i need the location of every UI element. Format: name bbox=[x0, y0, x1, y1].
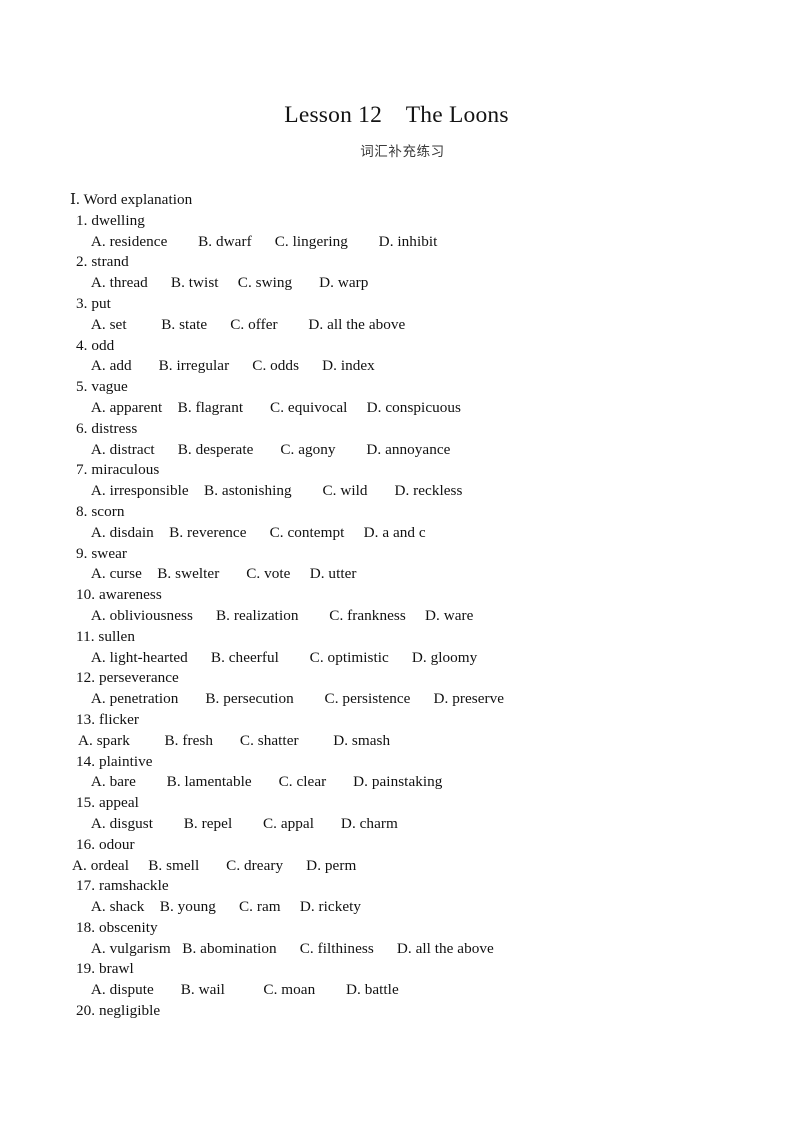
question-word-line: 13. flicker bbox=[76, 710, 139, 728]
question-item: 6. distress A. distract B. desperate C. … bbox=[0, 419, 793, 461]
question-word-line: 8. scorn bbox=[76, 502, 125, 520]
question-word-line: 4. odd bbox=[76, 336, 115, 354]
question-item: 19. brawl A. dispute B. wail C. moan D. … bbox=[0, 959, 793, 1001]
question-item: 20. negligible bbox=[0, 1001, 793, 1022]
question-options-line: A. disgust B. repel C. appal D. charm bbox=[84, 814, 398, 832]
question-options-line: A. curse B. swelter C. vote D. utter bbox=[84, 565, 357, 583]
question-options-line: A. spark B. fresh C. shatter D. smash bbox=[78, 731, 391, 749]
question-options-line: A. vulgarism B. abomination C. filthines… bbox=[84, 939, 494, 957]
question-word-line: 3. put bbox=[76, 294, 111, 312]
question-options-line: A. set B. state C. offer D. all the abov… bbox=[84, 315, 406, 333]
question-word-line: 20. negligible bbox=[76, 1002, 161, 1020]
question-item: 11. sullen A. light-hearted B. cheerful … bbox=[0, 627, 793, 669]
question-item: 14. plaintive A. bare B. lamentable C. c… bbox=[0, 752, 793, 794]
question-word-line: 11. sullen bbox=[76, 627, 135, 645]
question-word-line: 18. obscenity bbox=[76, 918, 158, 936]
question-item: 4. odd A. add B. irregular C. odds D. in… bbox=[0, 336, 793, 378]
document-body: Ⅰ. Word explanation 1. dwelling A. resid… bbox=[0, 190, 793, 1022]
question-options-line: A. residence B. dwarf C. lingering D. in… bbox=[84, 232, 438, 250]
question-options-line: A. obliviousness B. realization C. frank… bbox=[84, 606, 474, 624]
question-list: 1. dwelling A. residence B. dwarf C. lin… bbox=[0, 211, 793, 1022]
question-item: 2. strand A. thread B. twist C. swing D.… bbox=[0, 252, 793, 294]
document-page: Lesson 12 The Loons 词汇补充练习 Ⅰ. Word expla… bbox=[0, 0, 793, 1122]
question-options-line: A. shack B. young C. ram D. rickety bbox=[84, 898, 362, 916]
question-word-line: 15. appeal bbox=[76, 794, 139, 812]
page-title: Lesson 12 The Loons bbox=[284, 102, 509, 128]
question-word-line: 6. distress bbox=[76, 419, 138, 437]
question-item: 3. put A. set B. state C. offer D. all t… bbox=[0, 294, 793, 336]
question-item: 10. awareness A. obliviousness B. realiz… bbox=[0, 585, 793, 627]
question-word-line: 16. odour bbox=[76, 835, 135, 853]
question-item: 5. vague A. apparent B. flagrant C. equi… bbox=[0, 377, 793, 419]
question-options-line: A. apparent B. flagrant C. equivocal D. … bbox=[84, 398, 462, 416]
question-word-line: 5. vague bbox=[76, 378, 128, 396]
question-word-line: 12. perseverance bbox=[76, 669, 179, 687]
question-options-line: A. dispute B. wail C. moan D. battle bbox=[84, 981, 399, 999]
question-word-line: 1. dwelling bbox=[76, 211, 145, 229]
question-item: 1. dwelling A. residence B. dwarf C. lin… bbox=[0, 211, 793, 253]
question-item: 7. miraculous A. irresponsible B. astoni… bbox=[0, 460, 793, 502]
question-item: 16. odour A. ordeal B. smell C. dreary D.… bbox=[0, 835, 793, 877]
question-word-line: 2. strand bbox=[76, 253, 129, 271]
question-item: 12. perseverance A. penetration B. perse… bbox=[0, 668, 793, 710]
question-options-line: A. disdain B. reverence C. contempt D. a… bbox=[84, 523, 426, 541]
question-item: 15. appeal A. disgust B. repel C. appal … bbox=[0, 793, 793, 835]
question-options-line: A. distract B. desperate C. agony D. ann… bbox=[84, 440, 451, 458]
question-word-line: 9. swear bbox=[76, 544, 128, 562]
question-options-line: A. penetration B. persecution C. persist… bbox=[84, 690, 505, 708]
section-heading-word-explanation: Ⅰ. Word explanation bbox=[70, 191, 193, 208]
title-block: Lesson 12 The Loons 词汇补充练习 bbox=[0, 100, 793, 163]
question-options-line: A. light-hearted B. cheerful C. optimist… bbox=[84, 648, 478, 666]
question-word-line: 19. brawl bbox=[76, 960, 134, 978]
question-options-line: A. irresponsible B. astonishing C. wild … bbox=[84, 482, 463, 500]
question-options-line: A. add B. irregular C. odds D. index bbox=[84, 357, 375, 375]
question-options-line: A. ordeal B. smell C. dreary D. perm bbox=[72, 856, 357, 874]
question-item: 17. ramshackle A. shack B. young C. ram … bbox=[0, 876, 793, 918]
question-item: 18. obscenity A. vulgarism B. abominatio… bbox=[0, 918, 793, 960]
question-options-line: A. bare B. lamentable C. clear D. painst… bbox=[84, 773, 443, 791]
question-word-line: 7. miraculous bbox=[76, 461, 160, 479]
question-options-line: A. thread B. twist C. swing D. warp bbox=[84, 274, 369, 292]
question-item: 13. flicker A. spark B. fresh C. shatter … bbox=[0, 710, 793, 752]
question-item: 8. scorn A. disdain B. reverence C. cont… bbox=[0, 502, 793, 544]
question-word-line: 14. plaintive bbox=[76, 752, 153, 770]
page-subtitle: 词汇补充练习 bbox=[360, 144, 445, 160]
question-word-line: 10. awareness bbox=[76, 586, 162, 604]
question-item: 9. swear A. curse B. swelter C. vote D. … bbox=[0, 544, 793, 586]
question-word-line: 17. ramshackle bbox=[76, 877, 169, 895]
